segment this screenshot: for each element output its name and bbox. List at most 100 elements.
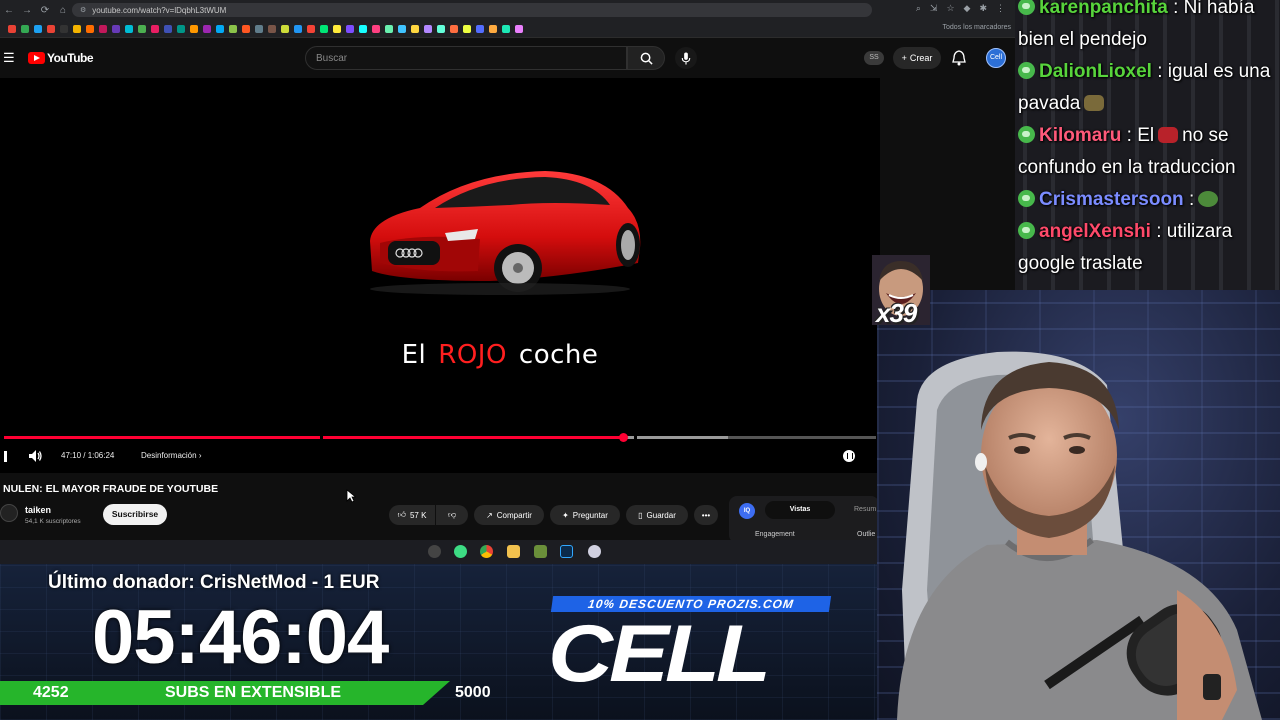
stats-extension-logo: IQ	[739, 503, 755, 519]
all-bookmarks-link[interactable]: Todos los marcadores	[943, 24, 1011, 31]
bookmark-icon[interactable]	[450, 24, 458, 33]
bookmark-icon[interactable]	[21, 24, 29, 33]
bookmark-icon[interactable]	[281, 24, 289, 33]
stats-tab-views[interactable]: Vistas	[765, 501, 835, 519]
video-player[interactable]: El ROJO coche 47:10 / 1:06:24 Desinformaci…	[0, 78, 880, 473]
channel-name[interactable]: taiken	[25, 505, 51, 515]
bookmark-icon[interactable]	[86, 24, 94, 33]
minecraft-icon[interactable]	[534, 545, 547, 558]
bookmark-icon[interactable]	[346, 24, 354, 33]
dislike-button[interactable]: 👎︎	[436, 505, 468, 525]
puzzle-icon[interactable]: ✱	[979, 3, 987, 14]
voice-search-button[interactable]	[675, 47, 697, 69]
progress-scrubber[interactable]	[619, 433, 629, 442]
app-icon-green[interactable]	[454, 545, 467, 558]
share-button[interactable]: ↗ Compartir	[474, 505, 544, 525]
bookmark-icon[interactable]	[73, 24, 81, 33]
bookmark-icon[interactable]	[398, 24, 406, 33]
bookmark-icon[interactable]	[47, 24, 55, 33]
like-button[interactable]: 👍︎ 57 K	[389, 505, 435, 525]
home-icon[interactable]: ⌂	[54, 5, 72, 16]
subscribe-button[interactable]: Suscribirse	[103, 504, 167, 525]
bookmark-icon[interactable]	[333, 24, 341, 33]
bookmark-icon[interactable]	[99, 24, 107, 33]
stats-tab-summary[interactable]: Resum	[854, 501, 876, 519]
bookmark-icon[interactable]	[385, 24, 393, 33]
create-label: Crear	[909, 53, 933, 63]
menu-dots-icon[interactable]: ⋮	[996, 3, 1005, 14]
bookmark-icon[interactable]	[320, 24, 328, 33]
bookmark-icon[interactable]	[242, 24, 250, 33]
ss-badge[interactable]: SS	[864, 51, 884, 65]
player-controls: 47:10 / 1:06:24 Desinformación ›	[0, 448, 880, 464]
more-actions-button[interactable]: •••	[694, 505, 718, 525]
bookmark-icon[interactable]	[294, 24, 302, 33]
bookmark-icon[interactable]	[8, 24, 16, 33]
play-pause-icon[interactable]	[4, 451, 7, 462]
bookmark-icon[interactable]	[190, 24, 198, 33]
create-button[interactable]: + Crear	[893, 47, 941, 69]
bookmark-icon[interactable]	[164, 24, 172, 33]
bookmark-icon[interactable]	[203, 24, 211, 33]
zoom-icon[interactable]: ⌕	[916, 3, 921, 14]
bookmark-icon[interactable]	[489, 24, 497, 33]
chat-message: DalionLioxel : igual es una pavada	[1018, 56, 1280, 120]
bookmark-icon[interactable]	[60, 24, 68, 33]
site-info-icon[interactable]: ⚙	[80, 6, 86, 14]
extension-icon[interactable]: ◆	[964, 3, 971, 14]
bookmark-icon[interactable]	[411, 24, 419, 33]
bookmark-icon[interactable]	[502, 24, 510, 33]
bookmark-icon[interactable]	[151, 24, 159, 33]
youtube-logo[interactable]: YouTube	[28, 51, 94, 65]
bookmark-icon[interactable]	[476, 24, 484, 33]
forward-icon[interactable]: →	[18, 5, 36, 16]
channel-avatar[interactable]	[0, 504, 18, 522]
bookmark-icon[interactable]	[216, 24, 224, 33]
bookmark-icon[interactable]	[34, 24, 42, 33]
notifications-bell-icon[interactable]	[952, 50, 966, 66]
bookmark-icon[interactable]	[307, 24, 315, 33]
bookmark-icon[interactable]	[255, 24, 263, 33]
address-bar[interactable]: ⚙ youtube.com/watch?v=lDqbhL3tWUM	[72, 3, 872, 17]
thumbs-up-icon: 👍︎	[397, 510, 406, 519]
reload-icon[interactable]: ⟳	[36, 5, 54, 16]
bookmark-icon[interactable]	[268, 24, 276, 33]
obs-icon[interactable]	[428, 545, 441, 558]
pause-toggle-icon[interactable]	[843, 450, 855, 462]
os-taskbar	[0, 540, 880, 564]
subscriber-badge-icon	[1018, 190, 1035, 207]
bookmark-icon[interactable]	[463, 24, 471, 33]
search-button[interactable]	[627, 46, 665, 70]
bookmark-icon[interactable]	[229, 24, 237, 33]
chat-emote-icon	[1084, 95, 1105, 111]
video-info: NULEN: EL MAYOR FRAUDE DE YOUTUBE taiken…	[0, 473, 1015, 545]
bookmark-icon[interactable]	[372, 24, 380, 33]
account-avatar[interactable]: Cell	[986, 48, 1006, 68]
chapter-button[interactable]: Desinformación ›	[141, 451, 201, 460]
bookmark-icon[interactable]	[112, 24, 120, 33]
video-caption: El ROJO coche	[0, 340, 1000, 370]
volume-icon[interactable]	[27, 448, 43, 464]
bookmark-icon[interactable]	[424, 24, 432, 33]
subscriber-count: 54,1 K suscriptores	[25, 518, 81, 525]
progress-bar[interactable]	[4, 433, 876, 442]
install-icon[interactable]: ⇲	[930, 3, 938, 14]
star-icon[interactable]: ☆	[946, 3, 954, 14]
bookmark-icon[interactable]	[177, 24, 185, 33]
save-button[interactable]: ▯ Guardar	[626, 505, 688, 525]
emote-multiplier: x39	[876, 298, 917, 328]
chrome-icon[interactable]	[480, 545, 493, 558]
like-count: 57 K	[409, 510, 427, 520]
bookmark-icon[interactable]	[138, 24, 146, 33]
hamburger-menu-icon[interactable]: ☰	[3, 50, 15, 66]
ask-button[interactable]: ✦ Preguntar	[550, 505, 620, 525]
bookmark-icon[interactable]	[437, 24, 445, 33]
bookmark-icon[interactable]	[515, 24, 523, 33]
search-input[interactable]: Buscar	[305, 46, 627, 70]
bookmark-icon[interactable]	[359, 24, 367, 33]
app-icon-white[interactable]	[588, 545, 601, 558]
folder-icon[interactable]	[507, 545, 520, 558]
bookmark-icon[interactable]	[125, 24, 133, 33]
photoshop-icon[interactable]	[560, 545, 573, 558]
back-icon[interactable]: ←	[0, 5, 18, 16]
